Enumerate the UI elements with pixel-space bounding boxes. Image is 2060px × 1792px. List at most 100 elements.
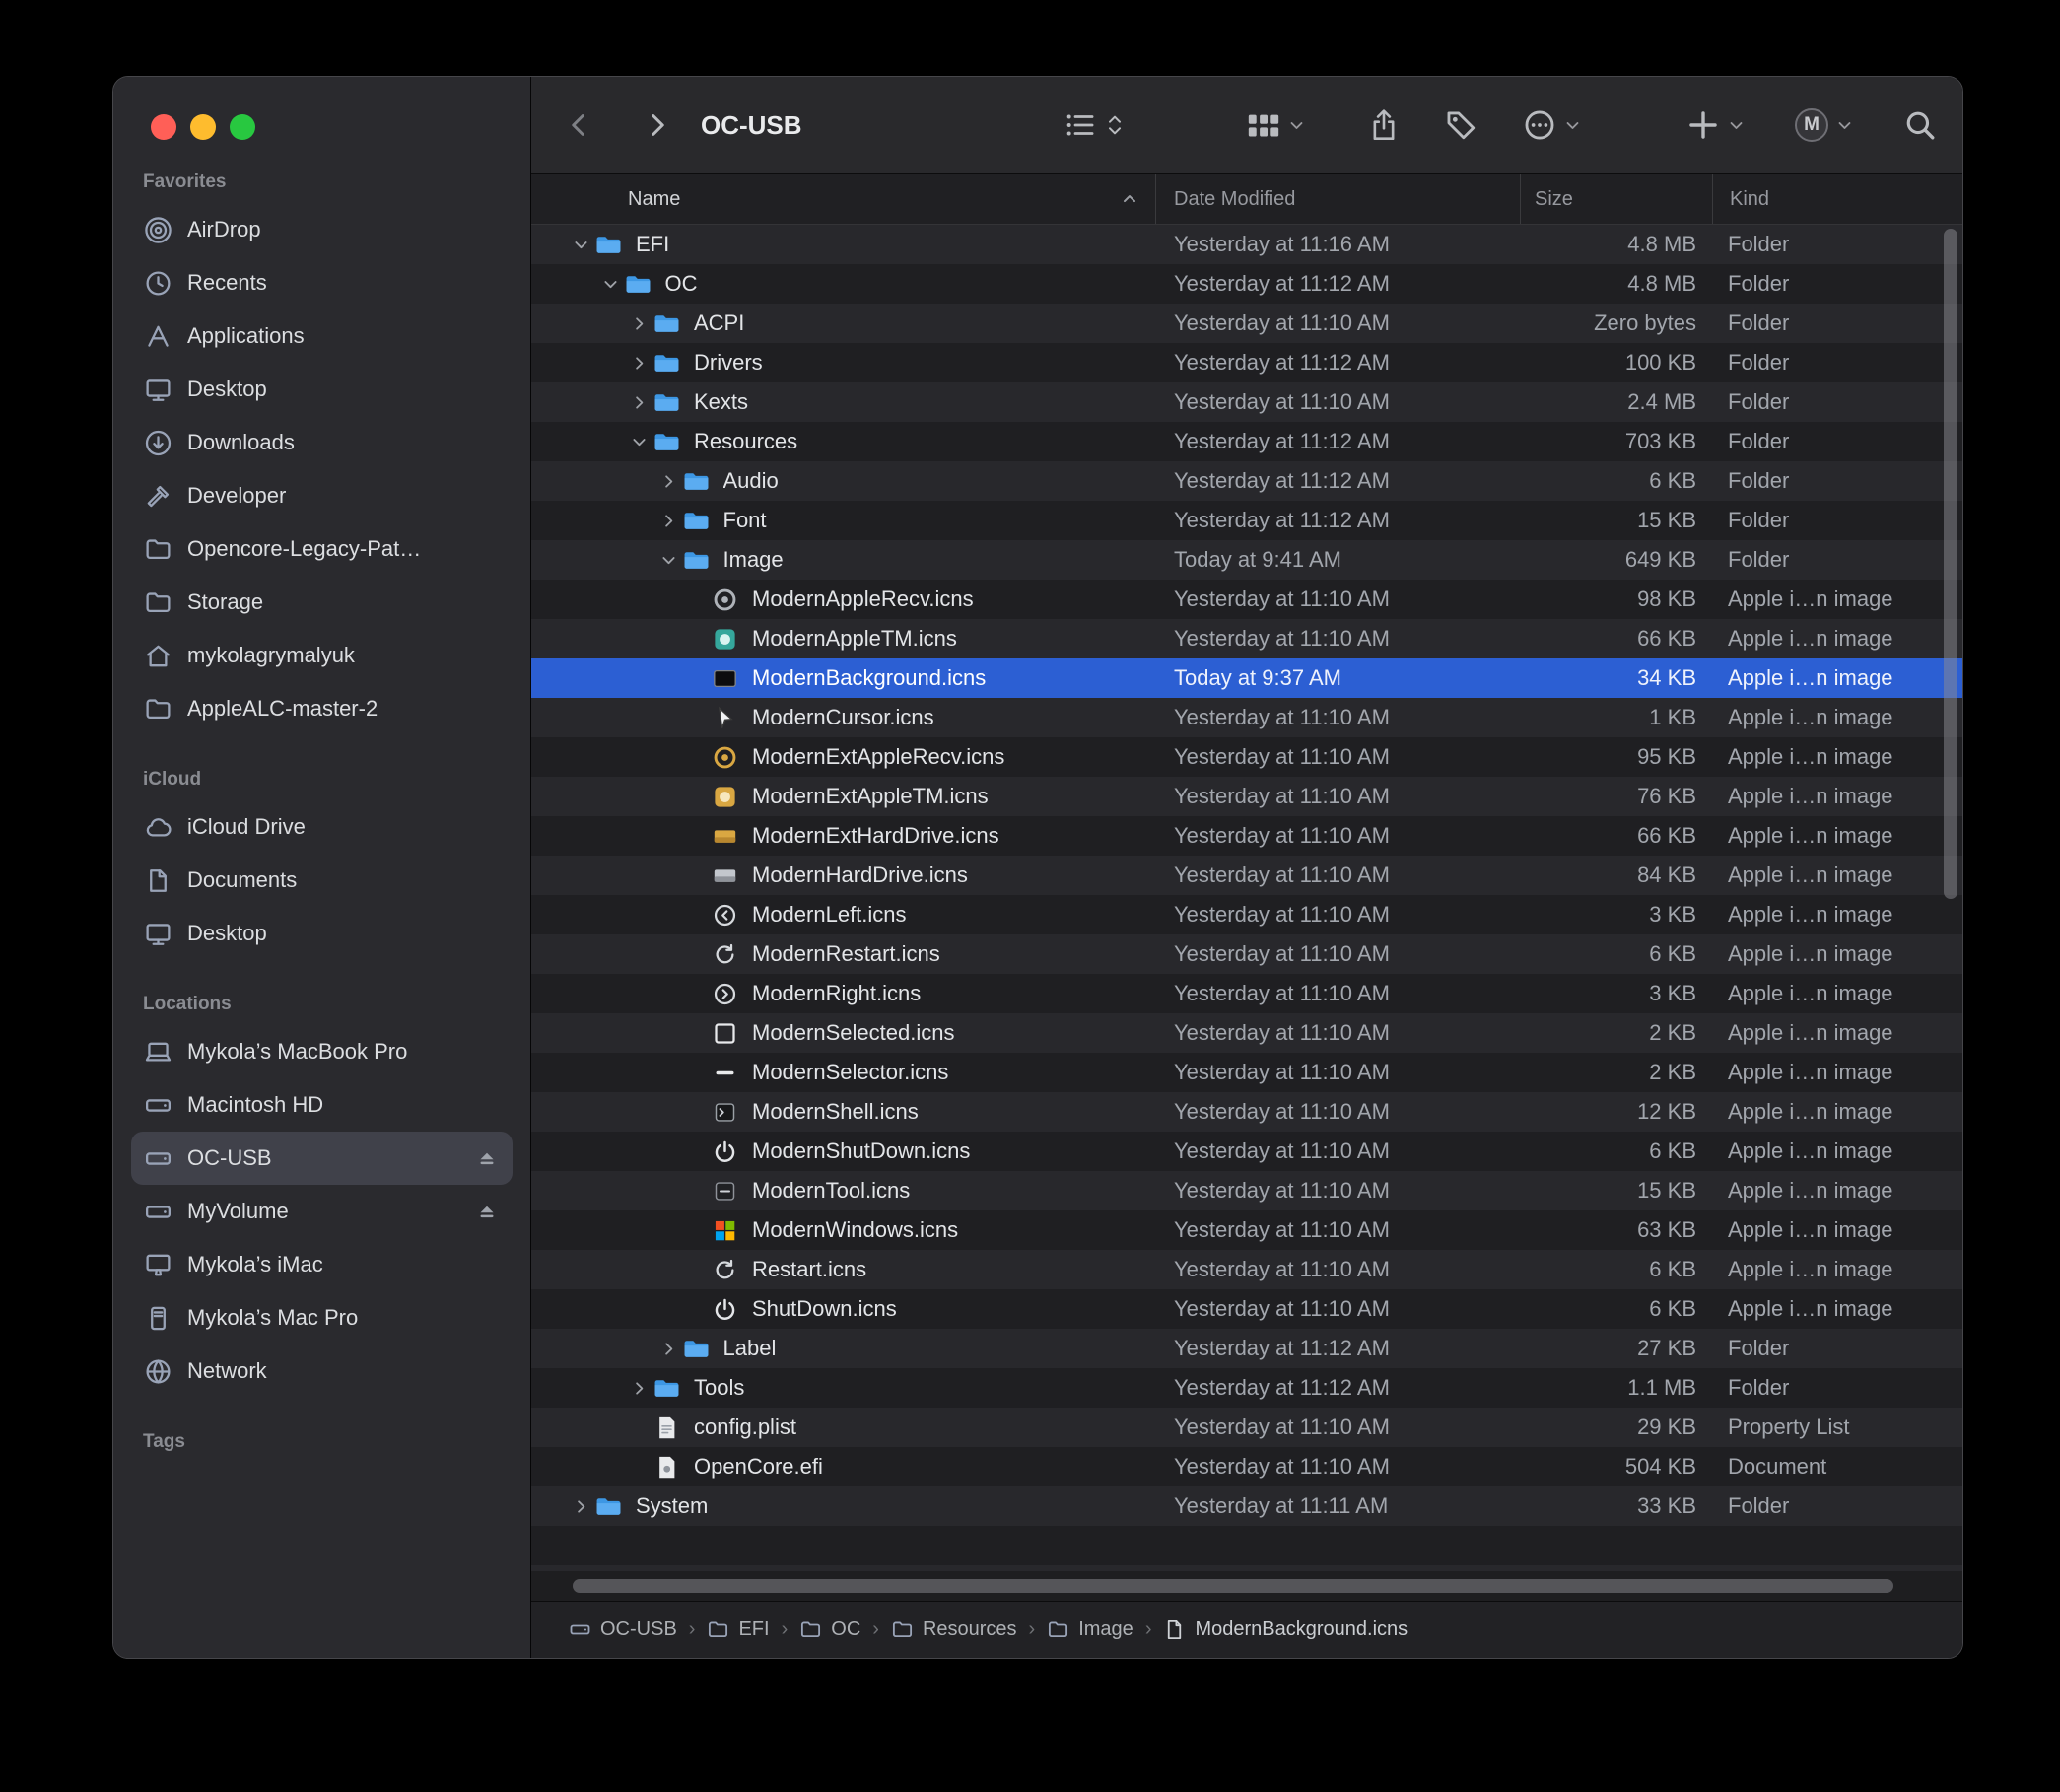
sidebar-item-mykola-s-mac-pro[interactable]: Mykola’s Mac Pro <box>131 1291 513 1344</box>
file-row-config-plist[interactable]: config.plistYesterday at 11:10 AM29 KBPr… <box>531 1408 1962 1447</box>
file-row-modernappletm-icns[interactable]: ModernAppleTM.icnsYesterday at 11:10 AM6… <box>531 619 1962 658</box>
disclosure-open-icon[interactable] <box>567 236 595 254</box>
file-row-image[interactable]: ImageToday at 9:41 AM649 KBFolder <box>531 540 1962 580</box>
zoom-button[interactable] <box>230 114 255 140</box>
file-row-modernextappletm-icns[interactable]: ModernExtAppleTM.icnsYesterday at 11:10 … <box>531 777 1962 816</box>
file-row-modernextharddrive-icns[interactable]: ModernExtHardDrive.icnsYesterday at 11:1… <box>531 816 1962 856</box>
sidebar-item-documents[interactable]: Documents <box>131 854 513 907</box>
disclosure-closed-icon[interactable] <box>625 393 653 412</box>
group-icon <box>1247 108 1280 142</box>
path-item-image[interactable]: Image <box>1047 1619 1133 1641</box>
column-header-kind[interactable]: Kind <box>1713 174 1962 224</box>
sidebar-item-mykolagrymalyuk[interactable]: mykolagrymalyuk <box>131 629 513 682</box>
sidebar-item-mykola-s-imac[interactable]: Mykola’s iMac <box>131 1238 513 1291</box>
file-row-moderntool-icns[interactable]: ModernTool.icnsYesterday at 11:10 AM15 K… <box>531 1171 1962 1210</box>
sidebar-item-mykola-s-macbook-pro[interactable]: Mykola’s MacBook Pro <box>131 1025 513 1078</box>
path-item-oc-usb[interactable]: OC-USB <box>569 1619 677 1641</box>
column-header-size[interactable]: Size <box>1521 174 1712 224</box>
file-row-modernharddrive-icns[interactable]: ModernHardDrive.icnsYesterday at 11:10 A… <box>531 856 1962 895</box>
share-button[interactable] <box>1367 108 1401 142</box>
file-name-cell: ModernShell.icns <box>531 1099 1155 1126</box>
sidebar-item-developer[interactable]: Developer <box>131 469 513 522</box>
vertical-scrollbar[interactable] <box>1944 229 1957 899</box>
group-button[interactable] <box>1247 108 1305 142</box>
file-row-modernextapplerecv-icns[interactable]: ModernExtAppleRecv.icnsYesterday at 11:1… <box>531 737 1962 777</box>
disclosure-closed-icon[interactable] <box>654 512 683 530</box>
sidebar-item-downloads[interactable]: Downloads <box>131 416 513 469</box>
file-row-drivers[interactable]: DriversYesterday at 11:12 AM100 KBFolder <box>531 343 1962 382</box>
add-button[interactable] <box>1686 108 1745 142</box>
disclosure-closed-icon[interactable] <box>625 1379 653 1398</box>
file-row-font[interactable]: FontYesterday at 11:12 AM15 KBFolder <box>531 501 1962 540</box>
icns-right-icon <box>712 981 741 1007</box>
disclosure-open-icon[interactable] <box>596 275 625 294</box>
path-item-efi[interactable]: EFI <box>707 1619 769 1641</box>
file-row-modernselector-icns[interactable]: ModernSelector.icnsYesterday at 11:10 AM… <box>531 1053 1962 1092</box>
file-row-modernshutdown-icns[interactable]: ModernShutDown.icnsYesterday at 11:10 AM… <box>531 1132 1962 1171</box>
view-mode-button[interactable] <box>1064 108 1125 142</box>
file-row-system[interactable]: SystemYesterday at 11:11 AM33 KBFolder <box>531 1486 1962 1526</box>
path-item-modernbackground-icns[interactable]: ModernBackground.icns <box>1163 1619 1408 1641</box>
file-row-modernwindows-icns[interactable]: ModernWindows.icnsYesterday at 11:10 AM6… <box>531 1210 1962 1250</box>
forward-button[interactable] <box>642 110 671 140</box>
sidebar-item-airdrop[interactable]: AirDrop <box>131 203 513 256</box>
tag-button[interactable] <box>1444 108 1477 142</box>
eject-icon[interactable] <box>475 1146 499 1170</box>
disclosure-closed-icon[interactable] <box>654 472 683 491</box>
more-actions-button[interactable] <box>1523 108 1581 142</box>
file-row-moderncursor-icns[interactable]: ModernCursor.icnsYesterday at 11:10 AM1 … <box>531 698 1962 737</box>
file-row-modernbackground-icns[interactable]: ModernBackground.icnsToday at 9:37 AM34 … <box>531 658 1962 698</box>
file-kind: Folder <box>1710 1493 1962 1519</box>
sidebar-item-storage[interactable]: Storage <box>131 576 513 629</box>
account-button[interactable]: M <box>1795 108 1853 142</box>
file-row-modernselected-icns[interactable]: ModernSelected.icnsYesterday at 11:10 AM… <box>531 1013 1962 1053</box>
disclosure-closed-icon[interactable] <box>625 314 653 333</box>
horizontal-scrollbar[interactable] <box>531 1571 1962 1601</box>
sidebar-item-icloud-drive[interactable]: iCloud Drive <box>131 800 513 854</box>
file-row-modernright-icns[interactable]: ModernRight.icnsYesterday at 11:10 AM3 K… <box>531 974 1962 1013</box>
file-row-modernleft-icns[interactable]: ModernLeft.icnsYesterday at 11:10 AM3 KB… <box>531 895 1962 934</box>
file-row-label[interactable]: LabelYesterday at 11:12 AM27 KBFolder <box>531 1329 1962 1368</box>
path-item-oc[interactable]: OC <box>799 1619 860 1641</box>
horizontal-scrollbar-thumb[interactable] <box>573 1579 1893 1593</box>
disclosure-closed-icon[interactable] <box>625 354 653 373</box>
eject-icon[interactable] <box>475 1200 499 1223</box>
sidebar-item-desktop[interactable]: Desktop <box>131 363 513 416</box>
disclosure-closed-icon[interactable] <box>567 1497 595 1516</box>
search-button[interactable] <box>1903 108 1937 142</box>
file-row-efi[interactable]: EFIYesterday at 11:16 AM4.8 MBFolder <box>531 225 1962 264</box>
file-row-tools[interactable]: ToolsYesterday at 11:12 AM1.1 MBFolder <box>531 1368 1962 1408</box>
file-row-modernapplerecv-icns[interactable]: ModernAppleRecv.icnsYesterday at 11:10 A… <box>531 580 1962 619</box>
sidebar-item-macintosh-hd[interactable]: Macintosh HD <box>131 1078 513 1132</box>
file-row-shutdown-icns[interactable]: ShutDown.icnsYesterday at 11:10 AM6 KBAp… <box>531 1289 1962 1329</box>
file-row-modernshell-icns[interactable]: ModernShell.icnsYesterday at 11:10 AM12 … <box>531 1092 1962 1132</box>
disclosure-open-icon[interactable] <box>625 433 653 451</box>
sidebar-item-oc-usb[interactable]: OC-USB <box>131 1132 513 1185</box>
file-row-modernrestart-icns[interactable]: ModernRestart.icnsYesterday at 11:10 AM6… <box>531 934 1962 974</box>
path-item-resources[interactable]: Resources <box>891 1619 1017 1641</box>
file-row-oc[interactable]: OCYesterday at 11:12 AM4.8 MBFolder <box>531 264 1962 304</box>
back-button[interactable] <box>565 110 594 140</box>
sidebar-item-label: Macintosh HD <box>187 1092 323 1118</box>
close-button[interactable] <box>151 114 176 140</box>
sidebar-item-applications[interactable]: Applications <box>131 310 513 363</box>
file-row-acpi[interactable]: ACPIYesterday at 11:10 AMZero bytesFolde… <box>531 304 1962 343</box>
sidebar-item-desktop[interactable]: Desktop <box>131 907 513 960</box>
column-header-date-modified[interactable]: Date Modified <box>1156 174 1520 224</box>
folder-o-icon <box>799 1619 822 1641</box>
sidebar-item-network[interactable]: Network <box>131 1344 513 1398</box>
icns-shell-icon <box>712 1099 741 1126</box>
sidebar-item-opencore-legacy-pat[interactable]: Opencore-Legacy-Pat… <box>131 522 513 576</box>
disclosure-open-icon[interactable] <box>654 551 683 570</box>
sidebar-item-applealc-master-2[interactable]: AppleALC-master-2 <box>131 682 513 735</box>
minimize-button[interactable] <box>190 114 216 140</box>
file-row-resources[interactable]: ResourcesYesterday at 11:12 AM703 KBFold… <box>531 422 1962 461</box>
disclosure-closed-icon[interactable] <box>654 1340 683 1358</box>
file-row-restart-icns[interactable]: Restart.icnsYesterday at 11:10 AM6 KBApp… <box>531 1250 1962 1289</box>
sidebar-item-myvolume[interactable]: MyVolume <box>131 1185 513 1238</box>
sidebar-item-recents[interactable]: Recents <box>131 256 513 310</box>
file-row-audio[interactable]: AudioYesterday at 11:12 AM6 KBFolder <box>531 461 1962 501</box>
column-header-name[interactable]: Name <box>531 174 1155 224</box>
file-row-kexts[interactable]: KextsYesterday at 11:10 AM2.4 MBFolder <box>531 382 1962 422</box>
file-row-opencore-efi[interactable]: OpenCore.efiYesterday at 11:10 AM504 KBD… <box>531 1447 1962 1486</box>
